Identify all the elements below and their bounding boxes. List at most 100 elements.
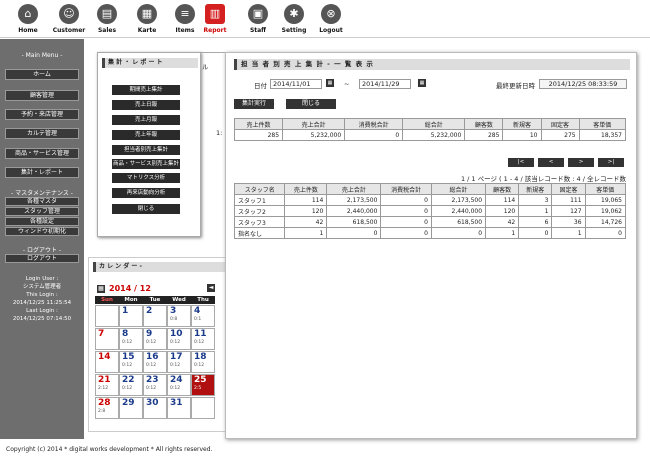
- calendar-day-number: 18: [194, 352, 207, 362]
- calendar-day-count: 0:12: [146, 386, 157, 391]
- report-menu-item[interactable]: 再来店動向分析: [112, 188, 180, 198]
- detail-cell: 1: [518, 205, 553, 217]
- date-to-calendar-icon[interactable]: ▦: [418, 79, 426, 87]
- sidebar-maintenance-button[interactable]: スタッフ管理: [5, 207, 79, 216]
- detail-cell: 0: [430, 227, 487, 239]
- report-menu-item[interactable]: 売上月報: [112, 115, 180, 125]
- nav-label: Karte: [137, 27, 157, 34]
- bg-panel-text: ル: [202, 63, 209, 71]
- sidebar-maintenance-button[interactable]: 各種設定: [5, 217, 79, 226]
- report-menu-item[interactable]: 売上年報: [112, 130, 180, 140]
- table-row[interactable]: スタッフ2 120 2,440,000 0 2,440,000 120 1 127 19,062: [233, 205, 627, 217]
- summary-header-cell: 顧客数: [464, 118, 504, 130]
- detail-cell: 3: [518, 194, 553, 206]
- sidebar-menu-button[interactable]: カルテ管理: [5, 128, 79, 139]
- calendar-day-cell[interactable]: 21 2:12: [95, 374, 119, 396]
- calendar-day-cell[interactable]: 22 0:12: [119, 374, 143, 396]
- sidebar-menu-button[interactable]: 集計・レポート: [5, 167, 79, 178]
- table-row[interactable]: 指名なし 1 0 0 0 1 0 1 0: [233, 227, 627, 239]
- detail-header-cell: スタッフ名: [233, 183, 286, 195]
- summary-header-cell: 新規客: [502, 118, 542, 130]
- report-menu-item[interactable]: 売上日報: [112, 100, 180, 110]
- login-user-value: システム管理者: [22, 284, 62, 290]
- report-menu-item[interactable]: 期間売上集計: [112, 85, 180, 95]
- date-from-calendar-icon[interactable]: ▦: [326, 79, 334, 87]
- gear-icon: ✱: [284, 4, 304, 24]
- nav-setting[interactable]: ✱ Setting: [274, 2, 314, 37]
- nav-customer[interactable]: ☺ Customer: [49, 2, 89, 37]
- calendar-day-cell[interactable]: 17 0:12: [167, 351, 191, 373]
- detail-header-cell: 新規客: [518, 183, 553, 195]
- calendar-day-cell[interactable]: 1: [119, 305, 143, 327]
- pager-button[interactable]: >|: [598, 158, 624, 167]
- detail-cell: 127: [551, 205, 586, 217]
- date-from-field[interactable]: 2014/11/01: [270, 79, 322, 89]
- report-menu-item[interactable]: 閉じる: [112, 204, 180, 214]
- calendar-day-cell[interactable]: 30: [143, 397, 167, 419]
- detail-header-cell: 固定客: [551, 183, 586, 195]
- summary-header-cell: 固定客: [540, 118, 580, 130]
- report-menu-item[interactable]: マトリクス分析: [112, 173, 180, 183]
- sidebar-maintenance-button[interactable]: ウィンドウ初期化: [5, 227, 79, 236]
- calendar-day-cell[interactable]: 18 0:12: [191, 351, 215, 373]
- calendar-day-cell[interactable]: 23 0:12: [143, 374, 167, 396]
- nav-report[interactable]: ▥ Report: [195, 2, 235, 37]
- calendar-weekday-header: Thu: [191, 296, 215, 304]
- calendar-day-cell[interactable]: 16 0:12: [143, 351, 167, 373]
- pager-button[interactable]: |<: [508, 158, 534, 167]
- nav-karte[interactable]: ▦ Karte: [127, 2, 167, 37]
- calendar-day-number: 23: [146, 375, 159, 385]
- sidebar-logout-button[interactable]: ログアウト: [5, 254, 79, 263]
- calendar-day-cell[interactable]: 14: [95, 351, 119, 373]
- sidebar-menu-button[interactable]: 予約・来店管理: [5, 109, 79, 120]
- sidebar-menu-button[interactable]: 商品・サービス管理: [5, 148, 79, 159]
- calendar-day-cell[interactable]: [191, 397, 215, 419]
- nav-staff[interactable]: ▣ Staff: [238, 2, 278, 37]
- calendar-day-cell[interactable]: 11 0:12: [191, 328, 215, 350]
- detail-cell: スタッフ3: [233, 216, 286, 228]
- detail-cell: 19,062: [584, 205, 627, 217]
- calendar-day-cell[interactable]: 8 0:12: [119, 328, 143, 350]
- table-row[interactable]: スタッフ1 114 2,173,500 0 2,173,500 114 3 111 19,065: [233, 194, 627, 206]
- calendar-day-count: 0:12: [170, 340, 181, 345]
- calendar-day-cell[interactable]: 4 0:1: [191, 305, 215, 327]
- calendar-prev-button[interactable]: ◄: [207, 284, 215, 292]
- calendar-day-cell[interactable]: 3 0:8: [167, 305, 191, 327]
- calendar-day-cell[interactable]: 9 0:12: [143, 328, 167, 350]
- sidebar-maintenance-button[interactable]: 各種マスタ: [5, 197, 79, 206]
- calendar-day-cell[interactable]: [95, 305, 119, 327]
- bg-panel-text-2: 1:: [216, 129, 223, 137]
- report-menu-item[interactable]: 担当者別売上集計: [112, 145, 180, 155]
- close-report-button[interactable]: 閉じる: [286, 99, 336, 109]
- nav-home[interactable]: ⌂ Home: [8, 2, 48, 37]
- nav-sales[interactable]: ▤ Sales: [87, 2, 127, 37]
- nav-logout[interactable]: ⊗ Logout: [311, 2, 351, 37]
- detail-cell: 0: [380, 205, 432, 217]
- calendar-day-cell[interactable]: 31: [167, 397, 191, 419]
- calendar-day-cell[interactable]: 28 2:8: [95, 397, 119, 419]
- calendar-day-cell[interactable]: 24 0:12: [167, 374, 191, 396]
- pager-button[interactable]: <: [538, 158, 564, 167]
- detail-cell: 0: [380, 194, 432, 206]
- calendar-day-cell[interactable]: 2: [143, 305, 167, 327]
- report-menu-item[interactable]: 商品・サービス別売上集計: [112, 159, 180, 169]
- calendar-day-cell[interactable]: 15 0:12: [119, 351, 143, 373]
- date-to-field[interactable]: 2014/11/29: [359, 79, 411, 89]
- table-row[interactable]: スタッフ3 42 618,500 0 618,500 42 6 36 14,726: [233, 216, 627, 228]
- detail-cell: 2,440,000: [326, 205, 382, 217]
- calendar-day-cell[interactable]: 7: [95, 328, 119, 350]
- detail-cell: 1: [485, 227, 520, 239]
- sidebar-menu-button[interactable]: 顧客管理: [5, 90, 79, 101]
- summary-header-cell: 売上合計: [282, 118, 346, 130]
- sidebar-menu-button[interactable]: ホーム: [5, 69, 79, 80]
- calendar-icon[interactable]: ▦: [97, 285, 105, 293]
- calendar-day-cell[interactable]: 29: [119, 397, 143, 419]
- pager-button[interactable]: >: [568, 158, 594, 167]
- detail-cell: 0: [326, 227, 382, 239]
- calendar-day-cell[interactable]: 10 0:12: [167, 328, 191, 350]
- top-navigation: ⌂ Home ☺ Customer ▤ Sales ▦ Karte ≡ Items ▥ Report ▣…: [0, 0, 650, 38]
- calendar-day-number: 17: [170, 352, 183, 362]
- calendar-day-count: 0:12: [122, 386, 133, 391]
- calendar-day-cell[interactable]: 25 2:5: [191, 374, 215, 396]
- run-report-button[interactable]: 集計実行: [234, 99, 274, 109]
